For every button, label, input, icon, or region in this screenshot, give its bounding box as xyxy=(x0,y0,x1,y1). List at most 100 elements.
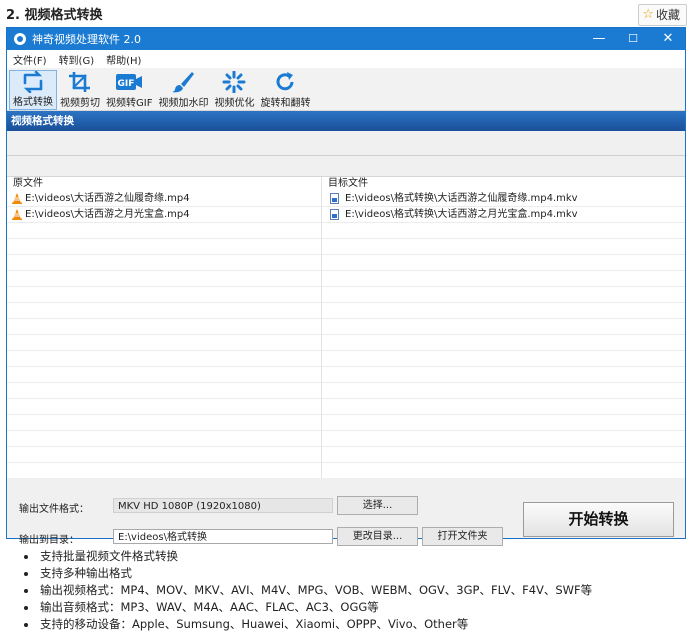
window-title: 神奇视频处理软件 2.0 xyxy=(32,33,141,46)
options-strip xyxy=(7,131,685,156)
source-column-header: 原文件 xyxy=(13,178,43,189)
section-title: 视频格式转换 xyxy=(7,111,685,131)
empty-row xyxy=(322,303,685,319)
empty-row xyxy=(322,431,685,447)
target-file-row[interactable]: E:\videos\格式转换\大话西游之月光宝盒.mp4.mkv xyxy=(322,207,685,223)
empty-row xyxy=(7,367,321,383)
crop-icon xyxy=(68,70,92,94)
format-convert-icon xyxy=(21,71,45,93)
output-settings: 输出文件格式： MKV HD 1080P (1920x1080) 选择... 输… xyxy=(7,478,685,546)
feature-item: 输出视频格式：MP4、MOV、MKV、AVI、M4V、MPG、VOB、WEBM、… xyxy=(24,582,592,599)
empty-row xyxy=(7,447,321,463)
empty-row xyxy=(7,463,321,479)
tool-label: 视频加水印 xyxy=(158,98,209,109)
empty-row xyxy=(322,335,685,351)
menu-file[interactable]: 文件(F) xyxy=(7,52,53,67)
tool-label: 视频剪切 xyxy=(60,98,100,109)
target-file-path: E:\videos\格式转换\大话西游之月光宝盒.mp4.mkv xyxy=(345,209,578,220)
page-title: 2. 视频格式转换 xyxy=(6,8,103,23)
empty-row xyxy=(7,303,321,319)
empty-row xyxy=(7,271,321,287)
tool-gif[interactable]: GIF 视频转GIF xyxy=(103,70,155,110)
feature-item: 支持的移动设备：Apple、Sumsung、Huawei、Xiaomi、OPPP… xyxy=(24,616,592,633)
tool-label: 格式转换 xyxy=(13,97,53,108)
empty-row xyxy=(7,351,321,367)
favorite-label: 收藏 xyxy=(655,8,680,22)
app-logo-icon xyxy=(14,33,26,45)
empty-row xyxy=(7,287,321,303)
close-button[interactable]: ✕ xyxy=(650,28,686,50)
maximize-button[interactable]: ☐ xyxy=(615,28,651,50)
title-bar: 神奇视频处理软件 2.0 — ☐ ✕ xyxy=(7,28,685,50)
brush-icon xyxy=(171,70,195,94)
output-format-field: MKV HD 1080P (1920x1080) xyxy=(113,498,333,513)
rotate-icon xyxy=(273,70,297,94)
target-file-list: 目标文件 E:\videos\格式转换\大话西游之仙履奇缘.mp4.mkv E:… xyxy=(322,177,685,479)
tool-optimize[interactable]: 视频优化 xyxy=(211,70,257,110)
empty-row xyxy=(322,367,685,383)
empty-row xyxy=(7,223,321,239)
empty-row xyxy=(322,319,685,335)
source-file-row[interactable]: E:\videos\大话西游之仙履奇缘.mp4 xyxy=(7,191,321,207)
empty-row xyxy=(322,383,685,399)
tool-watermark[interactable]: 视频加水印 xyxy=(155,70,211,110)
open-folder-button[interactable]: 打开文件夹 xyxy=(422,527,503,546)
empty-row xyxy=(322,447,685,463)
empty-row xyxy=(322,287,685,303)
empty-row xyxy=(322,415,685,431)
feature-item: 输出音频格式：MP3、WAV、M4A、AAC、FLAC、AC3、OGG等 xyxy=(24,599,592,616)
change-dir-button[interactable]: 更改目录... xyxy=(337,527,418,546)
optimize-icon xyxy=(222,70,246,94)
document-icon xyxy=(330,209,339,220)
source-file-list: 原文件 E:\videos\大话西游之仙履奇缘.mp4 E:\videos\大话… xyxy=(7,177,322,479)
tool-rotate[interactable]: 旋转和翻转 xyxy=(257,70,313,110)
target-file-row[interactable]: E:\videos\格式转换\大话西游之仙履奇缘.mp4.mkv xyxy=(322,191,685,207)
empty-row xyxy=(322,351,685,367)
empty-row xyxy=(322,255,685,271)
select-format-button[interactable]: 选择... xyxy=(337,496,418,515)
empty-row xyxy=(7,383,321,399)
favorite-button[interactable]: ☆ 收藏 xyxy=(638,4,687,26)
menu-goto[interactable]: 转到(G) xyxy=(53,52,101,67)
empty-row xyxy=(322,271,685,287)
empty-row xyxy=(7,335,321,351)
empty-row xyxy=(7,415,321,431)
output-format-label: 输出文件格式： xyxy=(19,504,89,515)
target-column-header: 目标文件 xyxy=(328,178,368,189)
toolbar: 格式转换 视频剪切 GIF 视频转GIF 视频加水印 视频优化 旋转和翻转 xyxy=(7,68,685,111)
tool-label: 视频优化 xyxy=(214,98,255,109)
star-icon: ☆ xyxy=(642,7,654,22)
app-window: 神奇视频处理软件 2.0 — ☐ ✕ 文件(F) 转到(G) 帮助(H) 格式转… xyxy=(6,27,686,546)
source-file-path: E:\videos\大话西游之月光宝盒.mp4 xyxy=(25,209,190,220)
empty-row xyxy=(7,239,321,255)
feature-list: 支持批量视频文件格式转换 支持多种输出格式 输出视频格式：MP4、MOV、MKV… xyxy=(24,548,592,633)
tool-crop[interactable]: 视频剪切 xyxy=(57,70,103,110)
menu-bar: 文件(F) 转到(G) 帮助(H) xyxy=(7,50,685,68)
document-icon xyxy=(330,193,339,204)
start-convert-button[interactable]: 开始转换 xyxy=(523,502,674,537)
empty-row xyxy=(322,223,685,239)
feature-item: 支持多种输出格式 xyxy=(24,565,592,582)
output-dir-label: 输出到目录： xyxy=(19,535,79,546)
empty-row xyxy=(322,463,685,479)
output-dir-field[interactable]: E:\videos\格式转换 xyxy=(113,529,333,544)
source-file-path: E:\videos\大话西游之仙履奇缘.mp4 xyxy=(25,193,190,204)
empty-row xyxy=(7,319,321,335)
menu-help[interactable]: 帮助(H) xyxy=(100,52,147,67)
empty-row xyxy=(7,399,321,415)
svg-text:GIF: GIF xyxy=(118,79,135,89)
tool-label: 旋转和翻转 xyxy=(260,98,311,109)
target-file-path: E:\videos\格式转换\大话西游之仙履奇缘.mp4.mkv xyxy=(345,193,578,204)
tool-format-convert[interactable]: 格式转换 xyxy=(9,70,57,110)
empty-row xyxy=(7,255,321,271)
gif-icon: GIF xyxy=(115,70,143,94)
minimize-button[interactable]: — xyxy=(581,28,617,50)
vlc-cone-icon xyxy=(12,193,22,204)
feature-item: 支持批量视频文件格式转换 xyxy=(24,548,592,565)
vlc-cone-icon xyxy=(12,209,22,220)
empty-row xyxy=(7,431,321,447)
source-file-row[interactable]: E:\videos\大话西游之月光宝盒.mp4 xyxy=(7,207,321,223)
file-list-panel: 原文件 E:\videos\大话西游之仙履奇缘.mp4 E:\videos\大话… xyxy=(7,176,685,479)
tool-label: 视频转GIF xyxy=(106,98,153,109)
empty-row xyxy=(322,399,685,415)
